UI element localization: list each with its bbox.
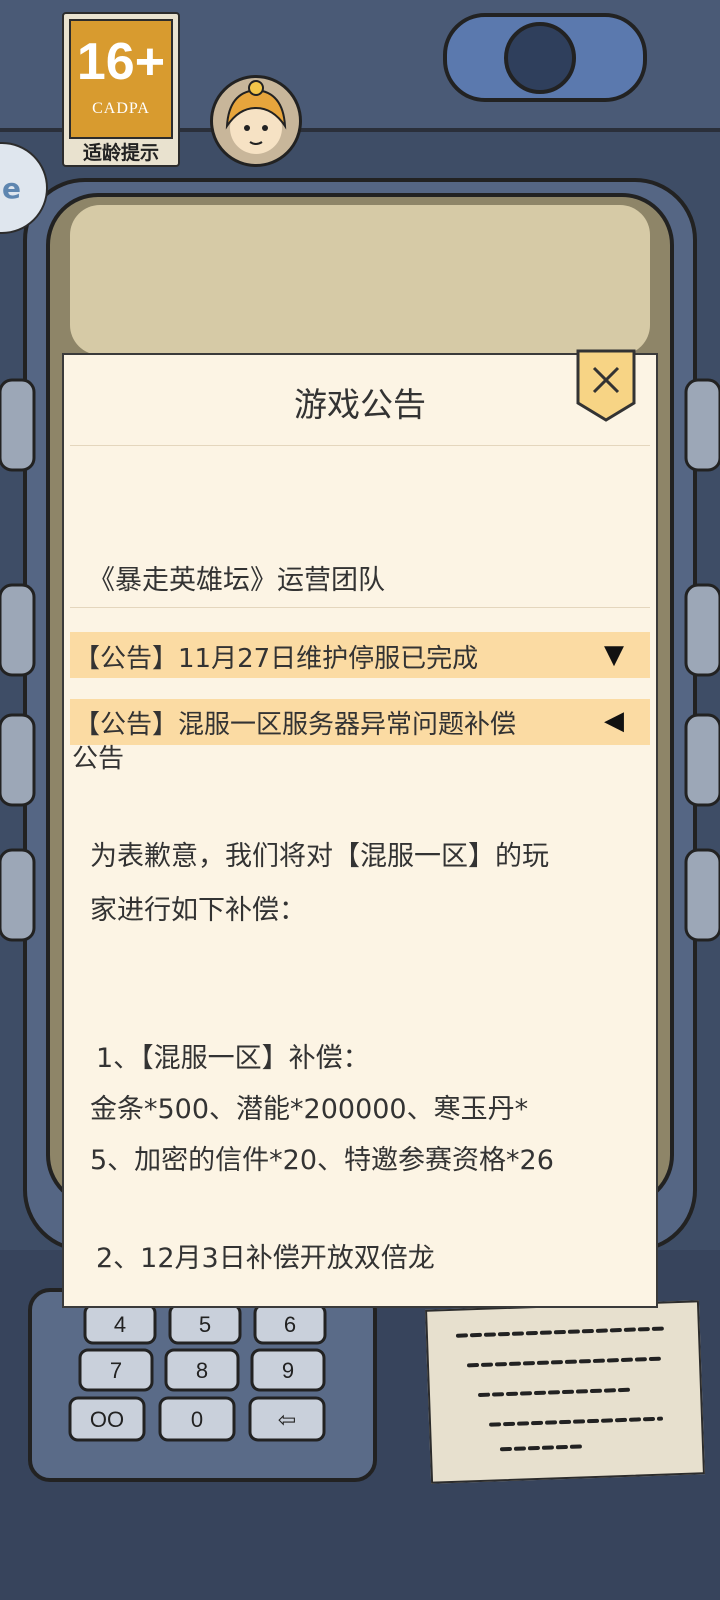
svg-text:7: 7: [110, 1358, 122, 1383]
body-line-1: 为表歉意，我们将对【混服一区】的玩: [90, 841, 549, 872]
avatar-icon[interactable]: [210, 75, 302, 167]
title-divider: [70, 445, 650, 446]
svg-text:OO: OO: [90, 1407, 124, 1432]
chevron-left-icon[interactable]: ◀: [604, 706, 624, 736]
team-signature: 《暴走英雄坛》运营团队: [88, 565, 385, 596]
svg-text:9: 9: [282, 1358, 294, 1383]
receipt-illustration: [425, 1300, 705, 1484]
svg-text:4: 4: [114, 1312, 126, 1337]
body-line-4: 金条*500、潜能*200000、寒玉丹*: [90, 1094, 529, 1125]
announcement-label-2: 【公告】混服一区服务器异常问题补偿: [74, 710, 517, 740]
svg-text:0: 0: [191, 1407, 203, 1432]
body-line-3: 1、【混服一区】补偿：: [96, 1043, 370, 1074]
body-line-2: 家进行如下补偿：: [90, 895, 306, 926]
svg-text:8: 8: [196, 1358, 208, 1383]
svg-text:5: 5: [199, 1312, 211, 1337]
announcement-label-1: 【公告】11月27日维护停服已完成: [74, 644, 479, 674]
chevron-down-icon[interactable]: ▼: [604, 640, 624, 670]
side-icon-glyph: e: [2, 172, 21, 205]
body-line-6: 2、12月3日补偿开放双倍龙: [96, 1243, 435, 1274]
close-button[interactable]: [575, 348, 637, 423]
body-line-5: 5、加密的信件*20、特邀参赛资格*26: [90, 1145, 554, 1176]
age-rating-tip: 适龄提示: [82, 142, 159, 164]
svg-text:⇦: ⇦: [278, 1407, 296, 1432]
age-rating-badge[interactable]: 16+ CADPA 适龄提示: [62, 12, 180, 167]
section-divider: [70, 607, 650, 608]
age-rating-org: CADPA: [92, 100, 150, 117]
age-rating-number: 16+: [76, 33, 166, 91]
svg-text:6: 6: [284, 1312, 296, 1337]
announcement-label-2-cont: 公告: [72, 744, 125, 774]
close-icon: [576, 349, 636, 422]
